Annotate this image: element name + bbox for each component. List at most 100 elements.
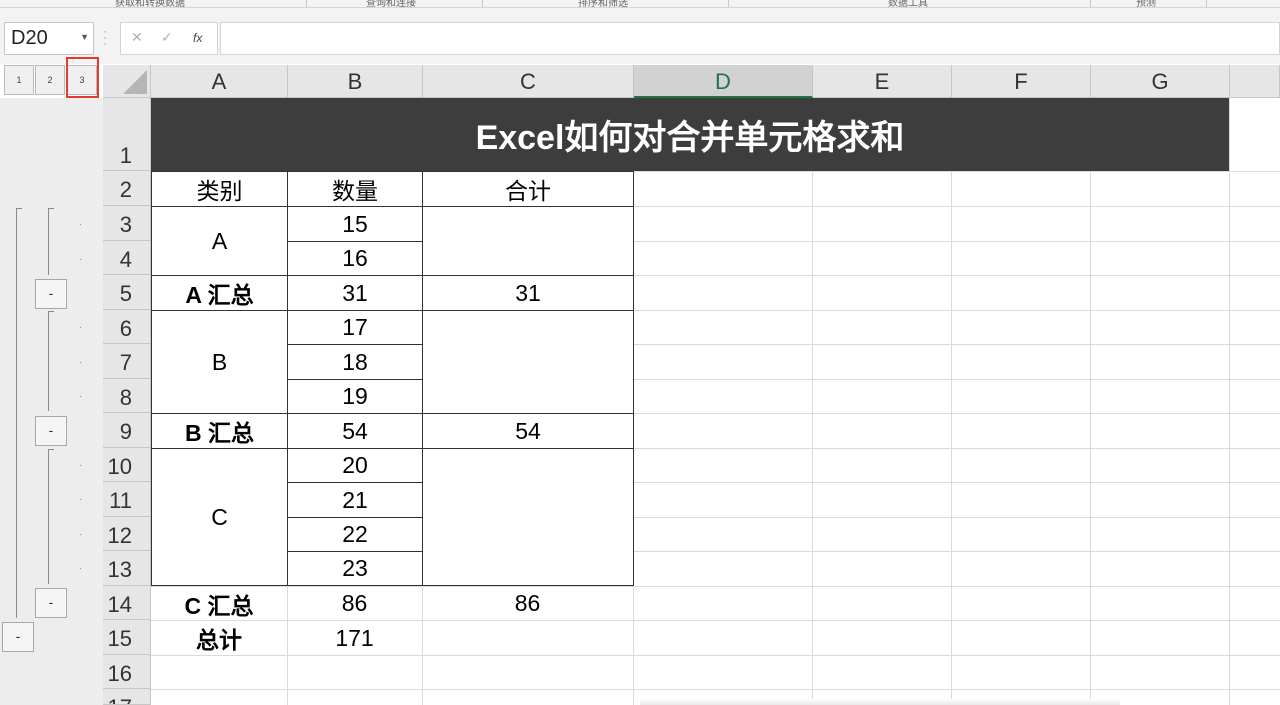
drag-handle-icon[interactable]: · · ·	[103, 25, 107, 49]
outline-bracket-b	[48, 311, 49, 411]
name-box[interactable]: D20 ▼	[4, 22, 94, 55]
outline-bracket-level1-cap	[16, 208, 22, 209]
ribbon-group-forecast[interactable]: 预测	[1136, 0, 1156, 7]
category-b-cell[interactable]: B	[151, 310, 288, 414]
outline-detail-dot: ·	[79, 357, 83, 368]
quantity-cell[interactable]: 21	[287, 482, 423, 518]
total-c-value-cell[interactable]: 86	[423, 587, 632, 620]
outline-detail-dot: ·	[79, 494, 83, 505]
cancel-icon[interactable]: ✕	[131, 29, 143, 46]
row-header-3[interactable]: 3	[103, 206, 151, 241]
ribbon-group-sort-filter[interactable]: 排序和筛选	[578, 0, 628, 7]
subtotal-a-label-cell[interactable]: A 汇总	[151, 275, 288, 311]
row-header-4[interactable]: 4	[103, 241, 151, 275]
column-header-d[interactable]: D	[634, 65, 813, 98]
header-total-cell[interactable]: 合计	[422, 171, 634, 207]
subtotal-c-value-cell[interactable]: 86	[288, 587, 421, 620]
excel-window: 获取和转换数据 查询和连接 排序和筛选 数据工具 预测 D20 ▼ · · · ✕ …	[0, 0, 1280, 705]
sheet-title-cell[interactable]: Excel如何对合并单元格求和	[151, 98, 1229, 171]
subtotal-a-value-cell[interactable]: 31	[287, 275, 423, 311]
ribbon-group-data-tools[interactable]: 数据工具	[888, 0, 928, 7]
outline-level-1-button[interactable]: 1	[4, 65, 34, 95]
column-header-c[interactable]: C	[423, 65, 634, 98]
category-a-cell[interactable]: A	[151, 206, 288, 276]
total-c-merged-cell[interactable]	[422, 448, 634, 586]
outline-bracket-a-cap	[48, 208, 54, 209]
collapse-group-c-button[interactable]: -	[35, 588, 67, 618]
row-header-7[interactable]: 7	[103, 344, 151, 379]
column-header-g[interactable]: G	[1091, 65, 1230, 98]
row-header-5[interactable]: 5	[103, 275, 151, 310]
worksheet-grid[interactable]: Excel如何对合并单元格求和 类别 数量 合计 A 15 16 A 汇总 31…	[151, 98, 1280, 705]
column-header-overflow[interactable]	[1230, 65, 1280, 98]
quantity-cell[interactable]: 22	[287, 517, 423, 552]
outline-detail-dot: ·	[79, 322, 83, 333]
outline-bracket-level1	[16, 208, 17, 618]
outline-bracket-b-cap	[48, 311, 54, 312]
ribbon-group-get-transform[interactable]: 获取和转换数据	[115, 0, 185, 7]
outline-bracket-a	[48, 208, 49, 275]
category-c-cell[interactable]: C	[151, 448, 288, 586]
quantity-cell[interactable]: 15	[287, 206, 423, 242]
enter-icon[interactable]: ✓	[161, 29, 173, 46]
row-header-16[interactable]: 16	[103, 655, 151, 689]
bottom-edge-shadow	[640, 699, 1120, 705]
outline-detail-dot: ·	[79, 391, 83, 402]
outline-detail-dot: ·	[79, 529, 83, 540]
total-a-value-cell[interactable]: 31	[422, 275, 634, 311]
outline-detail-dot: ·	[79, 219, 83, 230]
row-header-2[interactable]: 2	[103, 171, 151, 206]
quantity-cell[interactable]: 17	[287, 310, 423, 345]
insert-function-icon[interactable]: fx	[193, 31, 202, 45]
outline-bracket-c-cap	[48, 449, 54, 450]
row-header-9[interactable]: 9	[103, 413, 151, 448]
column-header-e[interactable]: E	[813, 65, 952, 98]
header-quantity-cell[interactable]: 数量	[287, 171, 423, 207]
row-header-13[interactable]: 13	[103, 551, 151, 586]
row-header-1[interactable]: 1	[103, 98, 151, 171]
formula-bar-area: D20 ▼ · · · ✕ ✓ fx	[0, 8, 1280, 64]
subtotal-b-value-cell[interactable]: 54	[287, 413, 423, 449]
collapse-grand-total-button[interactable]: -	[2, 622, 34, 652]
level-3-highlight-box	[66, 57, 99, 98]
outline-detail-dot: ·	[79, 254, 83, 265]
subtotal-b-label-cell[interactable]: B 汇总	[151, 413, 288, 449]
name-box-value: D20	[11, 27, 48, 49]
row-header-11[interactable]: 11	[103, 482, 151, 517]
header-category-cell[interactable]: 类别	[151, 171, 288, 207]
row-header-8[interactable]: 8	[103, 379, 151, 413]
row-header-10[interactable]: 10	[103, 448, 151, 482]
subtotal-c-label-cell[interactable]: C 汇总	[152, 587, 286, 620]
outline-level-2-button[interactable]: 2	[35, 65, 65, 95]
outline-gutter: · · · · · · · · · - - - -	[0, 98, 103, 705]
total-a-merged-cell[interactable]	[422, 206, 634, 276]
grand-total-value-cell[interactable]: 171	[288, 621, 421, 655]
ribbon-group-labels: 获取和转换数据 查询和连接 排序和筛选 数据工具 预测	[0, 0, 1280, 8]
quantity-cell[interactable]: 20	[287, 448, 423, 483]
row-header-17[interactable]: 17	[103, 689, 151, 705]
outline-bracket-c	[48, 449, 49, 584]
ribbon-group-queries[interactable]: 查询和连接	[366, 0, 416, 7]
formula-buttons: ✕ ✓ fx	[120, 22, 218, 55]
quantity-cell[interactable]: 16	[287, 241, 423, 276]
row-header-12[interactable]: 12	[103, 517, 151, 551]
row-header-14[interactable]: 14	[103, 586, 151, 620]
total-b-value-cell[interactable]: 54	[422, 413, 634, 449]
formula-input[interactable]	[220, 22, 1280, 55]
quantity-cell[interactable]: 18	[287, 344, 423, 380]
outline-detail-dot: ·	[79, 563, 83, 574]
total-b-merged-cell[interactable]	[422, 310, 634, 414]
grand-total-label-cell[interactable]: 总计	[152, 621, 286, 655]
column-header-a[interactable]: A	[151, 65, 288, 98]
column-header-f[interactable]: F	[952, 65, 1091, 98]
outline-detail-dot: ·	[79, 460, 83, 471]
collapse-group-b-button[interactable]: -	[35, 416, 67, 446]
row-header-15[interactable]: 15	[103, 620, 151, 655]
column-header-b[interactable]: B	[288, 65, 423, 98]
chevron-down-icon[interactable]: ▼	[80, 32, 89, 42]
quantity-cell[interactable]: 19	[287, 379, 423, 414]
quantity-cell[interactable]: 23	[287, 551, 423, 586]
select-all-button[interactable]	[103, 65, 151, 98]
collapse-group-a-button[interactable]: -	[35, 279, 67, 309]
row-header-6[interactable]: 6	[103, 310, 151, 344]
